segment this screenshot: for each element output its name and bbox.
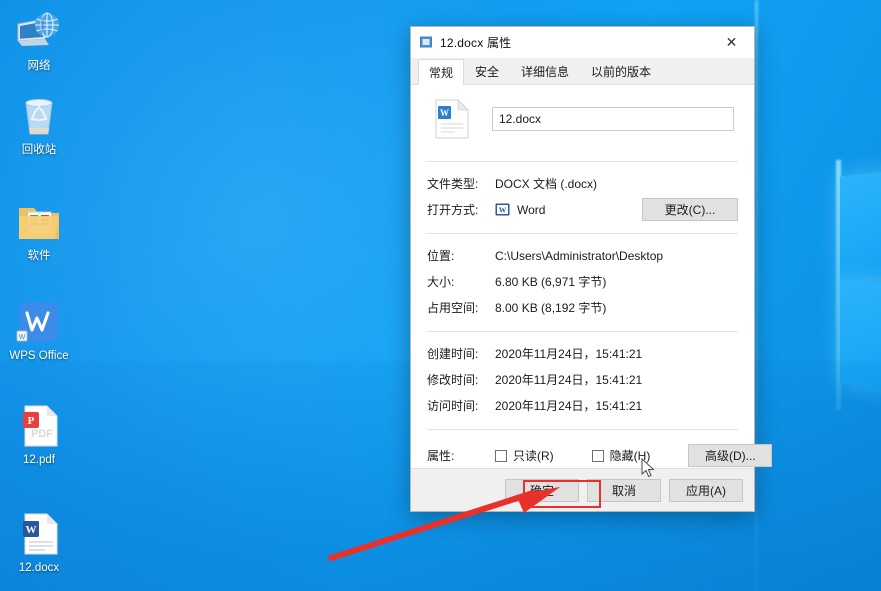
document-properties-icon xyxy=(420,36,433,49)
field-value: DOCX 文档 (.docx) xyxy=(495,177,598,191)
field-value: 2020年11月24日，15:41:21 xyxy=(495,373,643,387)
wallpaper-window-pane-bottom xyxy=(840,278,881,397)
tab-details[interactable]: 详细信息 xyxy=(510,58,580,84)
general-tab-page: W 文件类型: DOCX 文档 (.docx) 打开方式: xyxy=(411,85,773,468)
field-accessed: 访问时间: 2020年11月24日，15:41:21 xyxy=(427,394,738,417)
field-value: 2020年11月24日，15:41:21 xyxy=(495,347,643,361)
recycle-bin-icon xyxy=(15,92,63,140)
word-file-icon: W xyxy=(15,510,63,558)
divider xyxy=(427,233,738,234)
tab-previous-versions[interactable]: 以前的版本 xyxy=(580,58,662,84)
wps-office-icon: W xyxy=(15,298,63,346)
desktop-icon-12-pdf[interactable]: P PDF 12.pdf xyxy=(2,402,76,467)
field-label: 大小: xyxy=(427,275,455,289)
dialog-footer: 确定 取消 应用(A) xyxy=(411,468,754,511)
divider xyxy=(427,331,738,332)
dialog-title: 12.docx 属性 xyxy=(440,36,512,50)
checkbox-box[interactable] xyxy=(495,449,507,462)
desktop-icon-label: 12.pdf xyxy=(23,454,55,466)
close-icon[interactable]: ✕ xyxy=(709,27,754,58)
checkbox-box[interactable] xyxy=(591,449,604,462)
desktop-icon-label: WPS Office xyxy=(9,350,69,362)
divider xyxy=(427,161,738,162)
svg-text:W: W xyxy=(26,524,37,536)
docx-file-icon: W xyxy=(435,99,469,139)
field-label: 修改时间: xyxy=(427,373,479,387)
hidden-checkbox[interactable]: 隐藏(H) xyxy=(591,447,651,464)
folder-icon xyxy=(15,198,63,246)
desktop[interactable]: 网络 回收站 软件 W WPS Office P PDF 12.pdf W 12… xyxy=(0,0,881,591)
field-value: C:\Users\Administrator\Desktop xyxy=(495,248,664,263)
field-file-type: 文件类型: DOCX 文档 (.docx) xyxy=(427,172,738,195)
opens-with-app-name: Word xyxy=(517,202,546,217)
cancel-button[interactable]: 取消 xyxy=(587,478,661,502)
field-label: 打开方式: xyxy=(427,203,479,217)
dialog-tabstrip[interactable]: 常规 安全 详细信息 以前的版本 xyxy=(411,58,754,85)
readonly-checkbox[interactable]: 只读(R) xyxy=(495,447,554,464)
field-opens-with: 打开方式: W Word 更改(C)... xyxy=(427,198,738,221)
dialog-titlebar[interactable]: 12.docx 属性 ✕ xyxy=(411,27,754,58)
field-location: 位置: C:\Users\Administrator\Desktop xyxy=(427,244,738,267)
change-program-button[interactable]: 更改(C)... xyxy=(642,198,738,221)
attributes-row: 属性: 只读(R) 隐藏(H) 高级(D)... xyxy=(427,444,773,467)
desktop-icon-label: 网络 xyxy=(27,60,51,72)
desktop-icon-network[interactable]: 网络 xyxy=(2,8,76,73)
field-modified: 修改时间: 2020年11月24日，15:41:21 xyxy=(427,368,738,391)
advanced-button[interactable]: 高级(D)... xyxy=(688,444,773,467)
field-created: 创建时间: 2020年11月24日，15:41:21 xyxy=(427,342,738,365)
readonly-label: 只读(R) xyxy=(513,449,554,463)
divider xyxy=(427,429,738,430)
ok-button[interactable]: 确定 xyxy=(505,478,579,502)
field-label: 位置: xyxy=(427,249,455,263)
field-size: 大小: 6.80 KB (6,971 字节) xyxy=(427,270,738,293)
field-value: 6.80 KB (6,971 字节) xyxy=(495,275,607,289)
desktop-icon-wps-office[interactable]: W WPS Office xyxy=(2,298,76,363)
filename-input[interactable] xyxy=(492,107,734,131)
svg-text:PDF: PDF xyxy=(31,428,53,440)
word-app-icon: W xyxy=(495,202,510,217)
svg-text:W: W xyxy=(19,334,26,341)
wallpaper-seam xyxy=(755,0,758,591)
field-value: 8.00 KB (8,192 字节) xyxy=(495,301,607,315)
field-value-wrap: W Word xyxy=(495,202,642,217)
field-label: 文件类型: xyxy=(427,177,479,191)
field-label: 创建时间: xyxy=(427,347,479,361)
desktop-icon-software-folder[interactable]: 软件 xyxy=(2,198,76,263)
pdf-file-icon: P PDF xyxy=(15,402,63,450)
attributes-label: 属性: xyxy=(427,449,455,463)
svg-text:P: P xyxy=(28,415,35,427)
desktop-icon-label: 软件 xyxy=(27,250,51,262)
file-properties-dialog[interactable]: 12.docx 属性 ✕ 常规 安全 详细信息 以前的版本 W 12.docx … xyxy=(410,26,773,512)
filename-row: W xyxy=(427,99,738,139)
apply-button[interactable]: 应用(A) xyxy=(669,478,743,502)
desktop-icon-label: 12.docx xyxy=(18,562,60,574)
network-icon xyxy=(15,8,63,56)
desktop-icon-label: 回收站 xyxy=(21,144,57,156)
tab-security[interactable]: 安全 xyxy=(464,58,510,84)
hidden-label: 隐藏(H) xyxy=(609,449,651,463)
desktop-icon-12-docx[interactable]: W 12.docx xyxy=(2,510,76,575)
svg-text:W: W xyxy=(440,108,449,118)
desktop-icon-recycle-bin[interactable]: 回收站 xyxy=(2,92,76,157)
field-value: 2020年11月24日，15:41:21 xyxy=(495,399,643,413)
field-label: 访问时间: xyxy=(427,399,479,413)
field-size-on-disk: 占用空间: 8.00 KB (8,192 字节) xyxy=(427,296,738,319)
wallpaper-window-pane-top xyxy=(840,163,881,282)
tab-general[interactable]: 常规 xyxy=(418,59,465,85)
svg-text:W: W xyxy=(499,206,507,215)
field-label: 占用空间: xyxy=(427,301,479,315)
